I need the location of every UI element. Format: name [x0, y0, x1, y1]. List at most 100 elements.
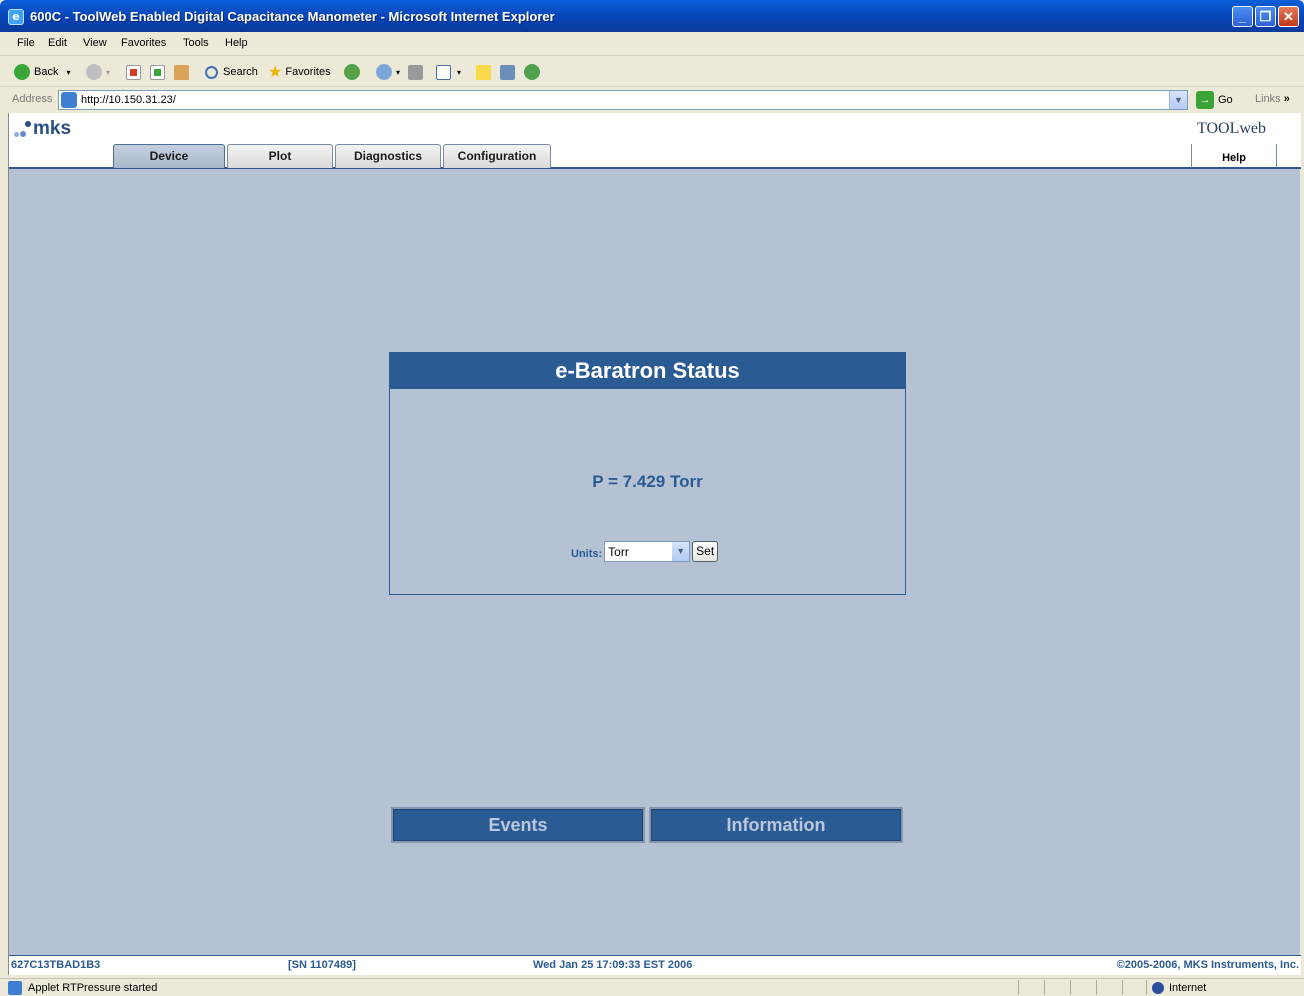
zone-label: Internet	[1169, 982, 1207, 994]
refresh-icon	[150, 64, 165, 80]
tab-device[interactable]: Device	[113, 144, 225, 168]
nav-tabs: Device Plot Diagnostics Configuration	[113, 144, 553, 168]
research-button[interactable]	[500, 63, 515, 81]
forward-dropdown-icon[interactable]: ▾	[106, 68, 110, 77]
status-divider	[1122, 980, 1123, 995]
security-zone: Internet	[1152, 982, 1206, 994]
status-message: Applet RTPressure started	[28, 982, 158, 994]
mks-dots-icon	[13, 119, 33, 139]
window-title-bar: e 600C - ToolWeb Enabled Digital Capacit…	[0, 0, 1304, 32]
status-divider	[1044, 980, 1045, 995]
menu-help[interactable]: Help	[225, 37, 248, 49]
address-label: Address	[12, 93, 53, 105]
model-number: 627C13TBAD1B3	[11, 959, 101, 971]
set-units-button[interactable]: Set	[692, 541, 719, 562]
page-header: mks Device Plot Diagnostics Configuratio…	[9, 113, 1301, 169]
pressure-readout: P = 7.429 Torr	[592, 472, 703, 491]
favorites-button[interactable]: ★ Favorites	[268, 63, 331, 81]
page-content: mks Device Plot Diagnostics Configuratio…	[8, 113, 1301, 975]
print-icon	[408, 64, 423, 80]
home-button[interactable]	[174, 63, 189, 81]
menu-tools[interactable]: Tools	[183, 37, 209, 49]
star-icon: ★	[268, 64, 283, 81]
back-button[interactable]: Back ▾	[14, 63, 70, 81]
status-divider	[1018, 980, 1019, 995]
menu-favorites[interactable]: Favorites	[121, 37, 166, 49]
browser-toolbar: Back ▾ ▾ Search ★ Favorites ▾ ▾	[0, 57, 1304, 87]
menu-view[interactable]: View	[83, 37, 107, 49]
history-button[interactable]	[344, 63, 364, 81]
mail-dropdown-icon[interactable]: ▾	[396, 68, 400, 77]
search-button[interactable]: Search	[205, 63, 258, 81]
menu-bar: File Edit View Favorites Tools Help	[0, 32, 1304, 81]
globe-icon	[1152, 982, 1164, 994]
tab-plot[interactable]: Plot	[227, 144, 333, 168]
page-status-icon	[8, 981, 22, 995]
address-bar: Address http://10.150.31.23/ ▼ → Go Link…	[0, 88, 1304, 112]
close-button[interactable]: ✕	[1278, 6, 1299, 27]
note-icon	[476, 64, 491, 80]
stop-button[interactable]	[126, 63, 141, 81]
ie-app-icon: e	[8, 9, 24, 25]
chevron-down-icon[interactable]: ▼	[672, 542, 690, 561]
print-button[interactable]	[408, 63, 423, 81]
status-divider	[1096, 980, 1097, 995]
menu-edit[interactable]: Edit	[48, 37, 67, 49]
mail-button[interactable]: ▾	[376, 63, 400, 81]
copyright: ©2005-2006, MKS Instruments, Inc.	[1116, 959, 1299, 971]
units-row: Units: Torr ▼ Set	[571, 541, 719, 562]
status-divider	[1146, 980, 1147, 995]
help-link[interactable]: Help	[1191, 144, 1277, 168]
serial-number: [SN 1107489]	[288, 959, 356, 971]
events-button[interactable]: Events	[391, 807, 645, 843]
browser-status-bar: Applet RTPressure started Internet	[0, 978, 1304, 996]
page-icon	[61, 92, 77, 108]
tab-configuration[interactable]: Configuration	[443, 144, 551, 168]
forward-arrow-icon	[86, 64, 102, 80]
favorites-label: Favorites	[285, 66, 331, 78]
timestamp: Wed Jan 25 17:09:33 EST 2006	[533, 959, 693, 971]
toolweb-logo: TOOLweb	[1197, 120, 1267, 137]
go-label: Go	[1218, 94, 1233, 106]
information-button[interactable]: Information	[649, 807, 903, 843]
back-dropdown-icon[interactable]: ▾	[66, 68, 70, 77]
units-select-value: Torr	[608, 545, 629, 559]
units-label: Units:	[571, 547, 603, 560]
edit-word-button[interactable]: ▾	[436, 63, 461, 81]
search-icon	[205, 65, 218, 79]
page-footer: 627C13TBAD1B3 [SN 1107489] Wed Jan 25 17…	[9, 955, 1301, 975]
address-dropdown-icon[interactable]: ▼	[1169, 91, 1187, 109]
maximize-button[interactable]: ❐	[1255, 6, 1276, 27]
mks-logo-text: mks	[33, 118, 72, 139]
refresh-button[interactable]	[150, 63, 165, 81]
back-arrow-icon	[14, 64, 30, 80]
discuss-button[interactable]	[476, 63, 491, 81]
address-input[interactable]: http://10.150.31.23/ ▼	[58, 90, 1188, 110]
messenger-button[interactable]	[524, 63, 544, 81]
edit-dropdown-icon[interactable]: ▾	[457, 68, 461, 77]
menu-file[interactable]: File	[17, 37, 35, 49]
links-label: Links	[1255, 93, 1281, 105]
go-button[interactable]: → Go	[1196, 91, 1233, 109]
address-url: http://10.150.31.23/	[81, 94, 176, 106]
forward-button[interactable]: ▾	[86, 63, 110, 81]
research-icon	[500, 64, 515, 80]
messenger-icon	[524, 64, 540, 80]
mks-logo: mks	[13, 119, 71, 139]
home-icon	[174, 64, 189, 80]
mail-icon	[376, 64, 392, 80]
tab-diagnostics[interactable]: Diagnostics	[335, 144, 441, 168]
status-divider	[1070, 980, 1071, 995]
go-arrow-icon: →	[1196, 91, 1214, 109]
search-label: Search	[223, 66, 258, 78]
back-label: Back	[34, 66, 59, 78]
links-toolbar[interactable]: Links »	[1255, 93, 1290, 105]
stop-icon	[126, 64, 141, 80]
word-icon	[436, 64, 451, 80]
history-icon	[344, 64, 360, 80]
window-title: 600C - ToolWeb Enabled Digital Capacitan…	[30, 9, 555, 24]
minimize-button[interactable]: _	[1232, 6, 1253, 27]
status-panel-title: e-Baratron Status	[390, 353, 905, 389]
status-panel: e-Baratron Status P = 7.429 Torr Units: …	[389, 352, 906, 595]
units-select[interactable]: Torr ▼	[604, 541, 691, 562]
